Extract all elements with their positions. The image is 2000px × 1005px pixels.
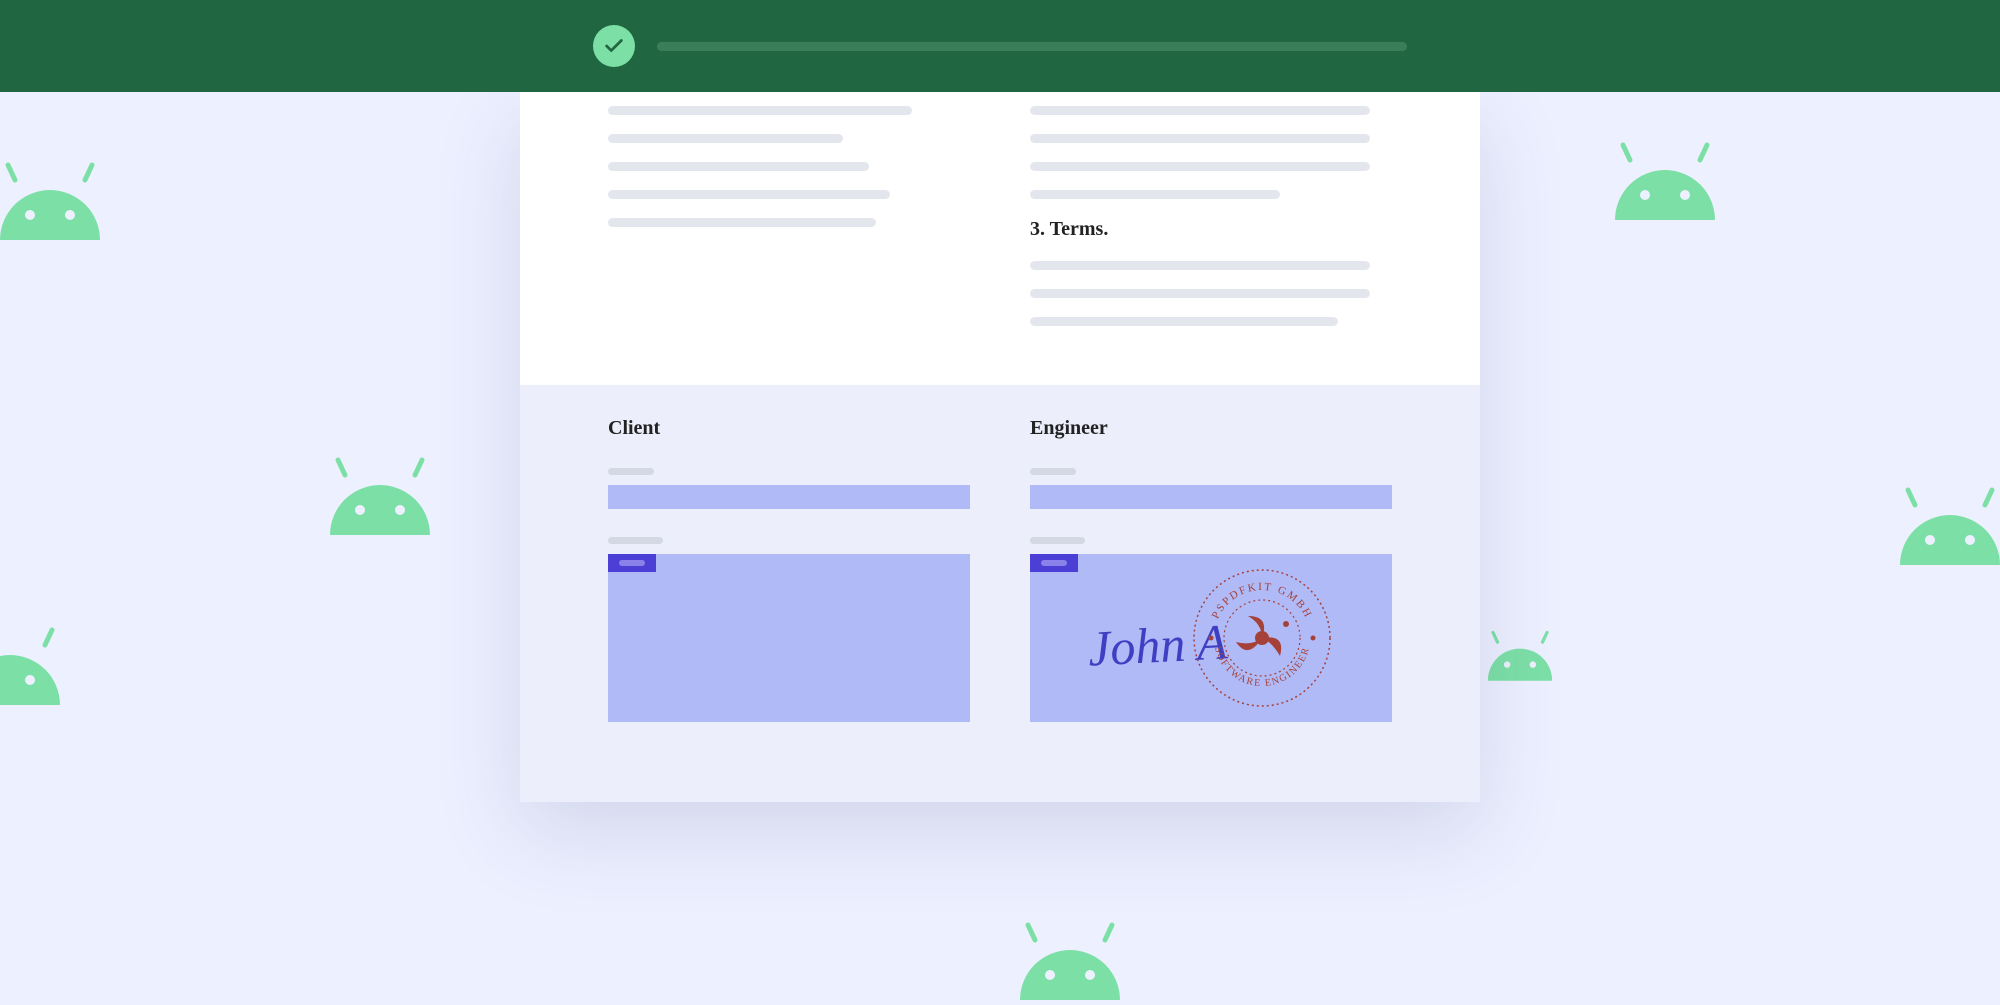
placeholder-line <box>1030 289 1370 298</box>
client-signature-field[interactable] <box>608 554 970 722</box>
name-label <box>1030 468 1076 475</box>
placeholder-line <box>1030 317 1338 326</box>
android-icon <box>310 455 450 535</box>
client-title: Client <box>608 417 970 440</box>
placeholder-line <box>1030 162 1370 171</box>
android-icon <box>0 160 120 240</box>
engineer-signature-field[interactable]: John A PSPDFKIT GMBH <box>1030 554 1392 722</box>
android-icon <box>0 625 80 705</box>
placeholder-line <box>608 190 890 199</box>
status-header <box>0 0 2000 92</box>
engineer-signature-block: Engineer John A <box>1030 417 1392 722</box>
document-left-column <box>608 106 970 345</box>
check-icon <box>593 25 635 67</box>
engineer-signature-content: John A PSPDFKIT GMBH <box>1030 554 1392 722</box>
placeholder-line <box>608 162 869 171</box>
placeholder-line <box>1030 134 1370 143</box>
signature-section: Client Engineer John A <box>520 385 1480 802</box>
placeholder-line <box>608 106 912 115</box>
android-icon <box>1000 920 1140 1000</box>
signature-label <box>1030 537 1085 544</box>
document-page: 3. Terms. Client Engineer John <box>520 92 1480 802</box>
placeholder-line <box>608 134 843 143</box>
signature-tab-icon <box>608 554 656 572</box>
android-icon <box>1595 140 1735 220</box>
client-signature-block: Client <box>608 417 970 722</box>
engineer-title: Engineer <box>1030 417 1392 440</box>
android-icon <box>1880 485 2000 565</box>
company-stamp: PSPDFKIT GMBH SOFTWARE ENGINEER <box>1190 566 1334 710</box>
name-label <box>608 468 654 475</box>
placeholder-line <box>1030 106 1370 115</box>
placeholder-line <box>608 218 876 227</box>
placeholder-line <box>1030 261 1370 270</box>
android-icon <box>1475 620 1565 690</box>
pspdfkit-logo-icon <box>1230 606 1294 670</box>
client-name-field[interactable] <box>608 485 970 509</box>
document-right-column: 3. Terms. <box>1030 106 1392 345</box>
progress-bar <box>657 42 1407 51</box>
document-body: 3. Terms. <box>520 92 1480 385</box>
placeholder-line <box>1030 190 1280 199</box>
section-3-title: 3. Terms. <box>1030 218 1392 241</box>
signature-label <box>608 537 663 544</box>
engineer-name-field[interactable] <box>1030 485 1392 509</box>
